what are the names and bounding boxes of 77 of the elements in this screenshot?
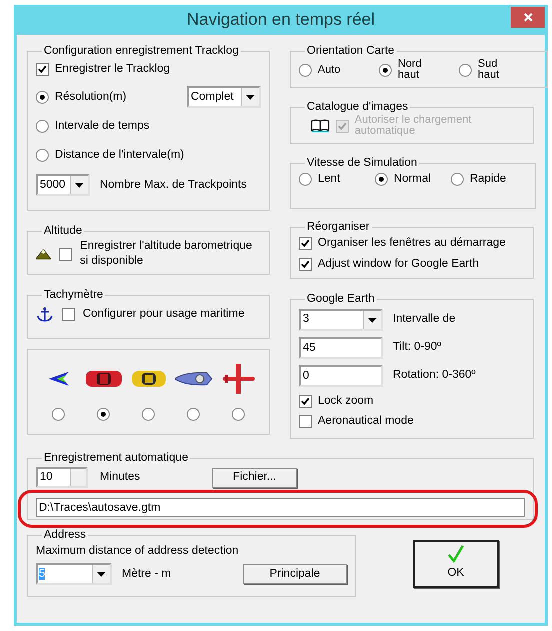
- field-label: Minutes: [100, 470, 140, 485]
- number-field[interactable]: 45: [299, 337, 383, 359]
- principal-button[interactable]: Principale: [243, 564, 347, 584]
- group-title: Vitesse de Simulation: [306, 156, 418, 171]
- checkbox[interactable]: [299, 395, 312, 408]
- radio-button[interactable]: [52, 408, 65, 420]
- number-field[interactable]: 0: [299, 365, 383, 387]
- checkbox-label: Aeronautical mode: [318, 414, 414, 430]
- radio-button[interactable]: [142, 408, 155, 420]
- group-title: Catalogue d'images: [306, 100, 410, 115]
- radio-label: Auto: [318, 64, 342, 76]
- field-label: Intervalle de: [393, 312, 456, 328]
- radio-button[interactable]: [379, 64, 392, 76]
- checkbox-label: Enregistrer le Tracklog: [55, 62, 170, 77]
- field-label: Tilt: 0-90º: [393, 340, 442, 356]
- radio-label: Nord haut: [398, 59, 423, 81]
- dropdown[interactable]: 5000: [36, 174, 90, 196]
- field-label: Maximum distance of address detection: [36, 544, 240, 559]
- check-icon: [448, 545, 464, 564]
- radio-label: Lent: [318, 172, 340, 187]
- close-button[interactable]: [511, 7, 545, 28]
- book-icon: [311, 119, 330, 133]
- radio-label: Distance de l'intervale(m): [55, 148, 184, 163]
- radio-label: Résolution(m): [55, 90, 127, 105]
- close-icon: [524, 13, 532, 22]
- radio-label: Rapide: [470, 172, 506, 187]
- plane-icon: [220, 364, 256, 394]
- group-title: Altitude: [43, 224, 84, 239]
- boat-icon: [174, 370, 212, 386]
- checkbox[interactable]: [59, 248, 72, 260]
- group-title: Address: [43, 528, 88, 543]
- radio-button[interactable]: [97, 408, 110, 420]
- checkbox-label: Lock zoom: [318, 394, 374, 409]
- window-title: Navigation en temps réel: [186, 9, 376, 32]
- checkbox-label: Organiser les fenêtres au démarrage: [318, 236, 506, 251]
- radio-button[interactable]: [299, 173, 312, 186]
- checkbox-label: Enregistrer l'altitude barometrique si disponible: [80, 239, 254, 269]
- radio-button[interactable]: [36, 120, 49, 133]
- car-icon: [84, 368, 122, 388]
- arrow-icon: [48, 372, 68, 386]
- checkbox[interactable]: [299, 258, 312, 272]
- radio-button[interactable]: [375, 173, 388, 186]
- checkbox[interactable]: [299, 237, 312, 250]
- group-title: Configuration enregistrement Tracklog: [43, 44, 240, 59]
- group-title: Tachymètre: [43, 288, 104, 303]
- checkbox-label: Configurer pour usage maritime: [83, 307, 245, 322]
- checkbox[interactable]: [62, 308, 75, 322]
- minutes-spinbox[interactable]: 10: [36, 467, 88, 488]
- field-label: Nombre Max. de Trackpoints: [100, 178, 248, 193]
- dropdown[interactable]: 3: [299, 309, 383, 331]
- ok-button[interactable]: OK: [413, 540, 499, 588]
- checkbox[interactable]: [299, 415, 312, 428]
- dropdown[interactable]: Complet: [187, 86, 261, 108]
- radio-label: Sud haut: [478, 59, 500, 81]
- radio-label: Intervale de temps: [55, 118, 150, 134]
- group-title: Enregistrement automatique: [43, 451, 190, 466]
- anchor-icon: [36, 306, 54, 323]
- checkbox[interactable]: [36, 63, 49, 76]
- path-field[interactable]: D:\Traces\autosave.gtm: [36, 498, 525, 517]
- radio-button[interactable]: [36, 148, 49, 162]
- mountain-icon: [36, 247, 52, 261]
- radio-label: Normal: [394, 172, 432, 187]
- group-title: Google Earth: [306, 292, 376, 307]
- checkbox-label: Autoriser le chargement automatique: [354, 115, 473, 137]
- radio-button[interactable]: [187, 408, 200, 420]
- group-title: Réorganiser: [306, 220, 371, 235]
- radio-button[interactable]: [459, 64, 472, 76]
- radio-button[interactable]: [232, 408, 245, 420]
- unit-label: Mètre - m: [122, 566, 172, 582]
- radio-button[interactable]: [36, 90, 49, 104]
- file-button[interactable]: Fichier...: [212, 468, 298, 488]
- radio-button[interactable]: [299, 64, 312, 76]
- checkbox-label: Adjust window for Google Earth: [318, 257, 480, 272]
- group-title: Orientation Carte: [306, 44, 396, 59]
- radio-button[interactable]: [451, 173, 464, 186]
- field-label: Rotation: 0-360º: [393, 368, 476, 384]
- car-icon: [130, 370, 166, 388]
